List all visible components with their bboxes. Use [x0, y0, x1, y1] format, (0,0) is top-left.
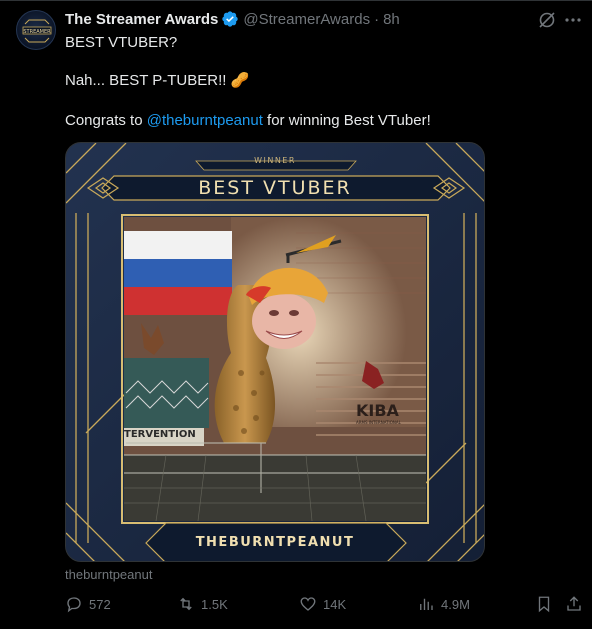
tweet-header: The Streamer Awards @StreamerAwards · 8h	[65, 9, 400, 29]
like-count: 14K	[323, 596, 347, 612]
author-name[interactable]: The Streamer Awards	[65, 11, 218, 28]
tweet-text-line-1: BEST VTUBER?	[65, 34, 178, 51]
like-button[interactable]: 14K	[299, 595, 346, 613]
scene-logo-subtext: ARMS INTERNATIONAL	[356, 420, 401, 425]
award-title: BEST VTUBER	[198, 177, 352, 199]
timestamp[interactable]: 8h	[383, 11, 400, 28]
reply-count: 572	[89, 596, 111, 612]
tweet-media-image[interactable]: WINNER BEST VTUBER TERVENTION KIBA ARMS …	[65, 142, 485, 562]
winner-name: THEBURNTPEANUT	[195, 535, 355, 550]
top-divider	[0, 0, 592, 1]
grok-icon[interactable]	[537, 10, 557, 30]
more-options-icon[interactable]	[563, 10, 583, 30]
author-handle[interactable]: @StreamerAwards	[243, 11, 370, 28]
action-bar: 572 1.5K 14K 4.9M	[65, 595, 585, 615]
views-count: 4.9M	[441, 596, 470, 612]
repost-count: 1.5K	[201, 596, 228, 612]
winner-label: WINNER	[254, 156, 296, 165]
award-card-graphic	[66, 143, 484, 561]
tweet-text-line-3: Congrats to @theburntpeanut for winning …	[65, 111, 431, 131]
reply-button[interactable]: 572	[65, 595, 111, 613]
repost-button[interactable]: 1.5K	[177, 595, 228, 613]
scene-logo-text: KIBA	[356, 401, 399, 420]
share-button[interactable]	[565, 595, 589, 613]
bookmark-icon	[538, 596, 550, 613]
heart-icon	[300, 597, 316, 611]
bookmark-button[interactable]	[535, 595, 559, 613]
separator-dot: ·	[374, 10, 380, 28]
repost-icon	[180, 597, 192, 611]
scene-sign-text: TERVENTION	[124, 429, 196, 440]
verified-badge-icon[interactable]	[221, 10, 239, 28]
avatar-logo-text: STREAMER	[23, 29, 51, 35]
avatar[interactable]: STREAMER	[16, 10, 56, 50]
tweet-text-prefix: Congrats to	[65, 112, 147, 129]
media-caption[interactable]: theburntpeanut	[65, 567, 152, 582]
reply-icon	[67, 597, 81, 613]
share-icon	[567, 596, 581, 611]
mention-link[interactable]: @theburntpeanut	[147, 112, 263, 129]
tweet-text-line-2: Nah... BEST P-TUBER!! 🥜	[65, 72, 250, 89]
tweet-text-suffix: for winning Best VTuber!	[262, 112, 431, 129]
views-icon	[420, 598, 433, 610]
views-button[interactable]: 4.9M	[417, 595, 470, 613]
streamer-awards-logo: STREAMER	[22, 19, 52, 43]
